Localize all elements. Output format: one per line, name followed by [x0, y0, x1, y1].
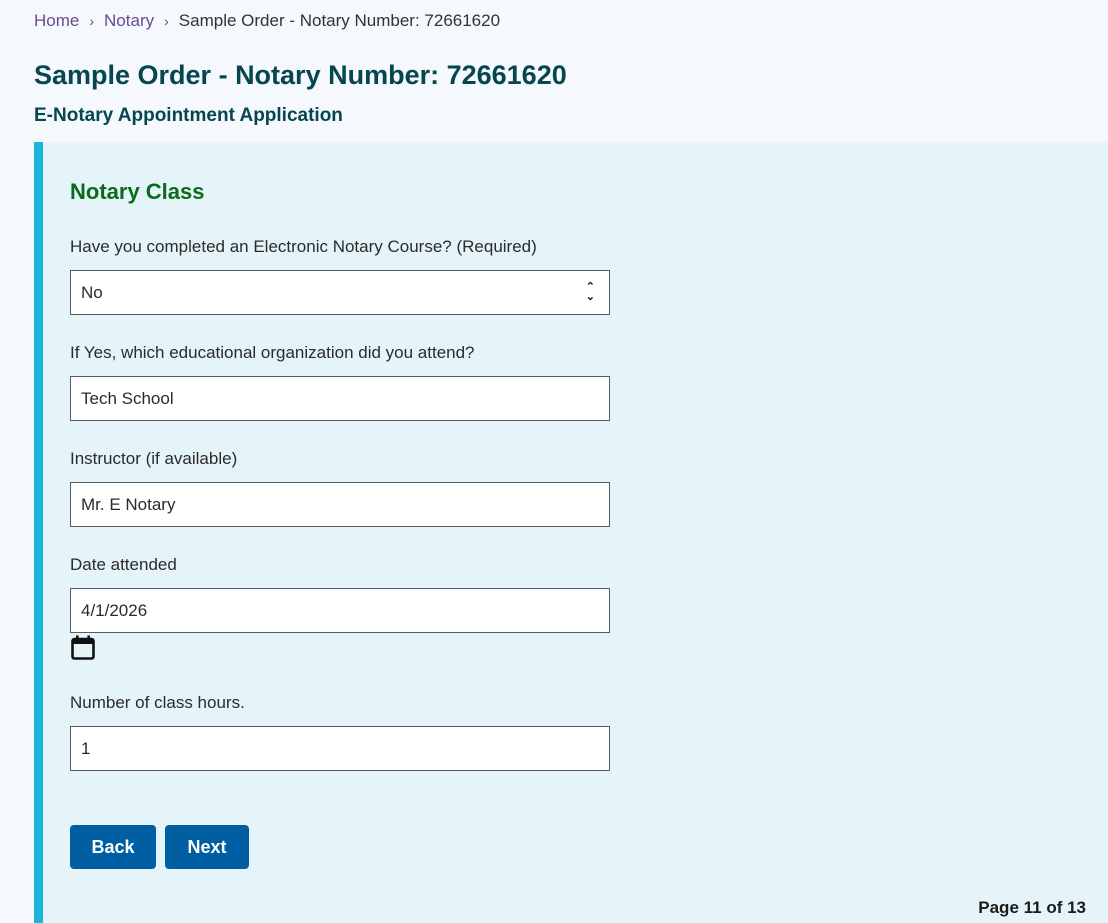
page-subtitle: E-Notary Appointment Application [34, 105, 343, 126]
section-title: Notary Class [70, 179, 205, 204]
instructor-label: Instructor (if available) [70, 449, 238, 468]
back-button[interactable]: Back [70, 825, 156, 869]
breadcrumb-current: Sample Order - Notary Number: 72661620 [178, 11, 501, 30]
breadcrumb-notary-link[interactable]: Notary [104, 11, 154, 31]
instructor-value: Mr. E Notary [81, 494, 176, 514]
date-attended-value: 4/1/2026 [81, 600, 148, 620]
calendar-icon[interactable] [71, 635, 95, 660]
breadcrumb: Home › Notary › Sample Order - Notary Nu… [34, 11, 500, 31]
course-completed-select[interactable]: No ⌃ ⌄ [70, 270, 610, 315]
class-hours-label: Number of class hours. [70, 693, 245, 712]
instructor-input[interactable]: Mr. E Notary [70, 482, 610, 527]
breadcrumb-separator-icon: › [164, 13, 169, 29]
date-attended-label: Date attended [70, 555, 177, 574]
organization-value: Tech School [81, 388, 174, 408]
course-completed-label: Have you completed an Electronic Notary … [70, 237, 537, 256]
date-attended-input[interactable]: 4/1/2026 [70, 588, 610, 633]
breadcrumb-home-link[interactable]: Home [34, 11, 79, 31]
class-hours-value: 1 [81, 738, 91, 758]
class-hours-input[interactable]: 1 [70, 726, 610, 771]
up-down-chevron-icon: ⌃ ⌄ [585, 281, 595, 303]
organization-label: If Yes, which educational organization d… [70, 343, 475, 362]
form-panel: Notary Class Have you completed an Elect… [34, 142, 1108, 923]
page-indicator: Page 11 of 13 [978, 898, 1086, 917]
breadcrumb-separator-icon: › [89, 13, 95, 29]
next-button[interactable]: Next [165, 825, 249, 869]
page-title: Sample Order - Notary Number: 72661620 [34, 60, 567, 90]
organization-input[interactable]: Tech School [70, 376, 610, 421]
course-completed-value: No [81, 282, 103, 302]
